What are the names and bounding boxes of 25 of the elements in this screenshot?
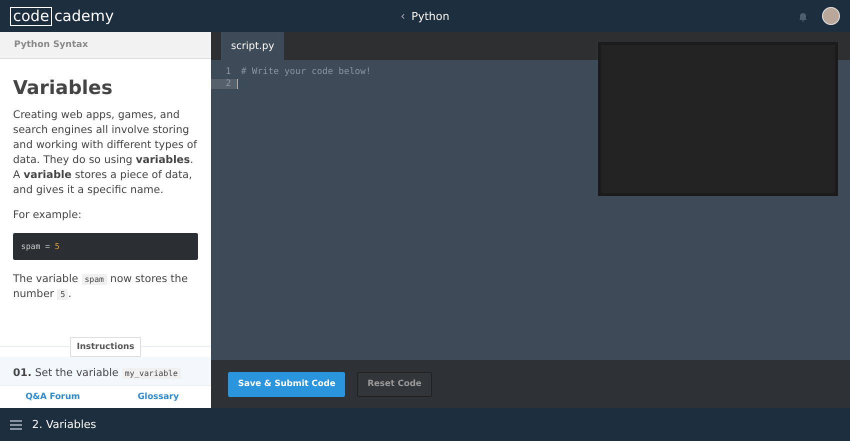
instruction-text: 01. Set the variable my_variable (13, 367, 181, 379)
course-title: Python (411, 10, 450, 22)
paragraph: The variable spam now stores the number 5 . (13, 272, 189, 302)
code-line[interactable]: # Write your code below! (237, 67, 372, 77)
code-example: spam = 5 (13, 233, 198, 260)
back-glyph[interactable]: ‹ (400, 9, 406, 23)
lesson-name: 2. Variables (32, 418, 96, 431)
paragraph: For example: (13, 208, 82, 223)
inline-code: spam (82, 274, 107, 285)
footer-link[interactable]: Q&A Forum (0, 386, 106, 408)
file-tab[interactable]: script.py (221, 32, 284, 60)
lesson-title: Variables (13, 81, 114, 96)
line-number: 1 (224, 67, 232, 77)
paragraph: Creating web apps, games, and search engines all involve storing and working with different types of data. They do so using variables. A variable stores a piece of data, and gives it a specific name. (13, 108, 198, 198)
submit-button[interactable]: Save & Submit Code (228, 372, 346, 396)
inline-code: my_variable (122, 368, 181, 379)
section-title: Python Syntax (0, 32, 211, 59)
inline-code: 5 (57, 289, 68, 300)
footer-link[interactable]: Glossary (106, 386, 211, 408)
reset-button[interactable]: Reset Code (357, 372, 432, 396)
menu-icon[interactable] (10, 420, 22, 430)
logo[interactable]: code cademy (10, 6, 114, 26)
avatar[interactable] (822, 7, 840, 25)
line-number: 2 (211, 79, 237, 89)
instructions-label: Instructions (70, 337, 142, 357)
